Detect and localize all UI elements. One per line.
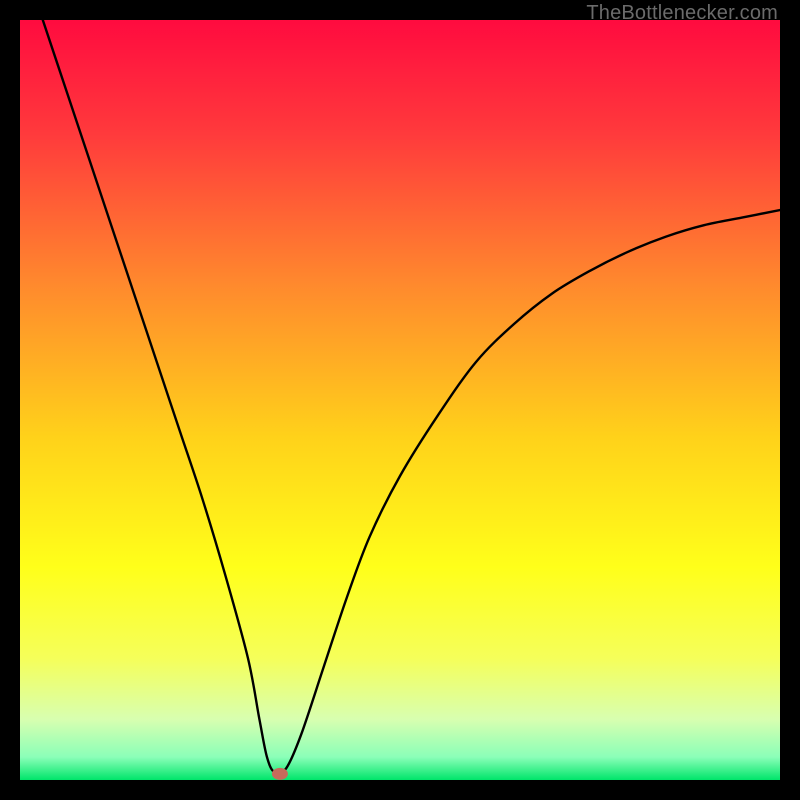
bottleneck-chart [20,20,780,780]
optimal-point-marker [272,768,288,780]
gradient-background [20,20,780,780]
chart-frame [20,20,780,780]
